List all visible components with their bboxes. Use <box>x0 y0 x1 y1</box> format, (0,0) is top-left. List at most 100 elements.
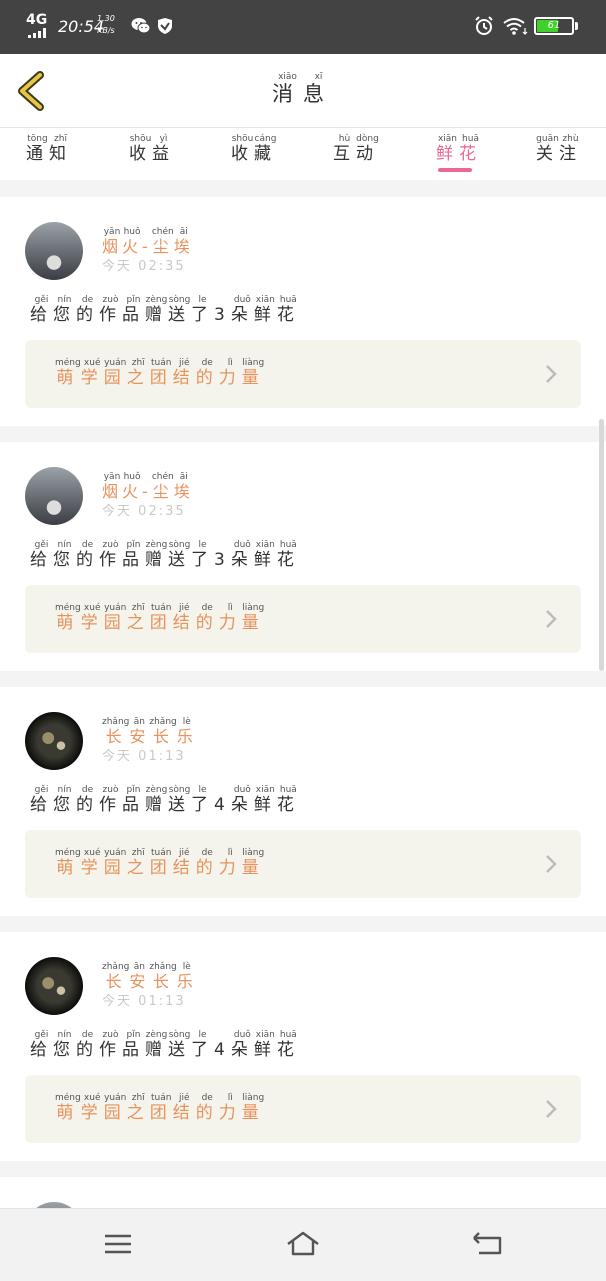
ruby-char: 乐lè <box>176 962 197 991</box>
tab-notifications[interactable]: 通tōng知zhī <box>26 134 72 178</box>
ruby-char: 的de <box>76 1030 99 1060</box>
ruby-char: 给gěi <box>30 785 53 815</box>
message-card: 烟yān火huǒ-尘chén埃āi 今天 02:35 给gěi您nín的de作z… <box>0 197 606 426</box>
ruby-char: 之zhī <box>126 1093 150 1123</box>
ruby-char: 力lì <box>218 603 242 633</box>
ruby-char: 4 <box>214 1040 231 1060</box>
ruby-char: 学xué <box>80 848 104 878</box>
scrollbar[interactable] <box>599 419 604 671</box>
ruby-char: 的de <box>76 295 99 325</box>
sender-name[interactable]: 长zhǎng安ān长zhǎng乐lè <box>102 717 197 747</box>
sender-name[interactable]: 烟yān火huǒ-尘chén埃āi <box>102 227 194 257</box>
time-value: 01:13 <box>138 749 186 764</box>
menu-icon[interactable] <box>101 1229 135 1259</box>
ruby-char: 萌méng <box>55 603 81 633</box>
ruby-char: 萌méng <box>55 1093 81 1123</box>
work-link[interactable]: 萌méng学xué园yuán之zhī团tuán结jié的de力lì量liàng <box>25 585 581 653</box>
ruby-char: 您nín <box>53 785 76 815</box>
ruby-char: 的de <box>195 603 219 633</box>
ruby-char: 收shōu <box>129 134 152 164</box>
time-value: 02:35 <box>138 259 186 274</box>
shield-icon <box>158 18 172 34</box>
ruby-char: 花huā <box>276 295 300 325</box>
ruby-char: 的de <box>76 785 99 815</box>
ruby-char: 作zuò <box>99 295 122 325</box>
ruby-char: 给gěi <box>30 1030 53 1060</box>
sender-name[interactable]: 长zhǎng安ān长zhǎng乐lè <box>102 962 197 992</box>
work-link[interactable]: 萌méng学xué园yuán之zhī团tuán结jié的de力lì量liàng <box>25 1075 581 1143</box>
tab-bar: 通tōng知zhī 收shōu益yì 收shōu藏cáng 互hù动dòng 鲜… <box>0 128 606 180</box>
ruby-char: 力lì <box>218 1093 242 1123</box>
ruby-char: 乐lè <box>176 717 197 746</box>
ruby-char: 知zhī <box>49 134 72 164</box>
battery-icon: 61 <box>534 17 574 35</box>
ruby-char: 品pǐn <box>122 785 145 815</box>
chevron-right-icon <box>546 1100 557 1118</box>
avatar[interactable] <box>25 712 83 770</box>
message-time: 今天 01:13 <box>102 990 186 1009</box>
tab-earnings[interactable]: 收shōu益yì <box>129 134 175 178</box>
ruby-char: 花huā <box>276 540 300 570</box>
ruby-char: 园yuán <box>103 848 127 878</box>
ruby-char: 鲜xiān <box>253 540 277 570</box>
network-speed: 1.30 KB/s <box>97 13 115 37</box>
ruby-char: 作zuò <box>99 540 122 570</box>
avatar[interactable] <box>25 957 83 1015</box>
ruby-char: 天 <box>117 259 133 274</box>
ruby-char: 埃āi <box>173 227 194 256</box>
home-icon[interactable] <box>286 1229 320 1259</box>
ruby-char: 长zhǎng <box>149 717 177 746</box>
ruby-char: 火huǒ <box>122 472 143 501</box>
system-nav-bar <box>0 1208 606 1281</box>
tab-favorites[interactable]: 收shōu藏cáng <box>231 134 277 178</box>
ruby-char: 赠zèng <box>145 1030 168 1060</box>
ruby-char: 学xué <box>80 603 104 633</box>
work-link[interactable]: 萌méng学xué园yuán之zhī团tuán结jié的de力lì量liàng <box>25 830 581 898</box>
ruby-char: 长zhǎng <box>149 962 177 991</box>
ruby-char: 力lì <box>218 848 242 878</box>
ruby-char: 园yuán <box>103 603 127 633</box>
ruby-char: 您nín <box>53 540 76 570</box>
work-link[interactable]: 萌méng学xué园yuán之zhī团tuán结jié的de力lì量liàng <box>25 340 581 408</box>
ruby-char: 学xué <box>80 358 104 388</box>
ruby-char: 朵duǒ <box>230 540 254 570</box>
ruby-char: 量liàng <box>241 1093 265 1123</box>
ruby-char: 团tuán <box>149 1093 173 1123</box>
return-icon[interactable] <box>471 1229 505 1259</box>
ruby-char: 结jié <box>172 1093 196 1123</box>
ruby-char: 藏cáng <box>254 134 277 164</box>
message-time: 今天 02:35 <box>102 500 186 519</box>
ruby-char: 收shōu <box>231 134 254 164</box>
ruby-char: 花huā <box>459 134 482 164</box>
ruby-char: 的de <box>195 1093 219 1123</box>
message-time: 今天 02:35 <box>102 255 186 274</box>
ruby-char: 的de <box>195 358 219 388</box>
ruby-char: 天 <box>117 749 133 764</box>
ruby-char: 给gěi <box>30 540 53 570</box>
ruby-char: 量liàng <box>241 358 265 388</box>
ruby-char: 尘chén <box>151 227 174 256</box>
ruby-char: 作zuò <box>99 785 122 815</box>
ruby-char: 送sòng <box>168 1030 191 1060</box>
network-type: 4G <box>26 12 48 28</box>
ruby-char: - <box>142 237 152 256</box>
sender-name[interactable]: 烟yān火huǒ-尘chén埃āi <box>102 472 194 502</box>
message-text: 给gěi您nín的de作zuò品pǐn赠zèng送sòng了le4朵duǒ鲜xi… <box>30 785 300 815</box>
ruby-char: 朵duǒ <box>230 295 254 325</box>
ruby-char: 火huǒ <box>122 227 143 256</box>
ruby-char: 品pǐn <box>122 1030 145 1060</box>
avatar[interactable] <box>25 467 83 525</box>
wifi-icon <box>503 18 528 35</box>
ruby-char: 今 <box>102 749 118 764</box>
tab-interactions[interactable]: 互hù动dòng <box>333 134 379 178</box>
tab-follows[interactable]: 关guān注zhù <box>536 134 582 178</box>
ruby-char: 之zhī <box>126 603 150 633</box>
ruby-char: 安ān <box>129 717 150 746</box>
work-title: 萌méng学xué园yuán之zhī团tuán结jié的de力lì量liàng <box>55 603 265 633</box>
ruby-char: 天 <box>117 994 133 1009</box>
ruby-char: 萌méng <box>55 358 81 388</box>
avatar[interactable] <box>25 222 83 280</box>
ruby-char: 之zhī <box>126 848 150 878</box>
ruby-char: 品pǐn <box>122 540 145 570</box>
ruby-char: 量liàng <box>241 603 265 633</box>
